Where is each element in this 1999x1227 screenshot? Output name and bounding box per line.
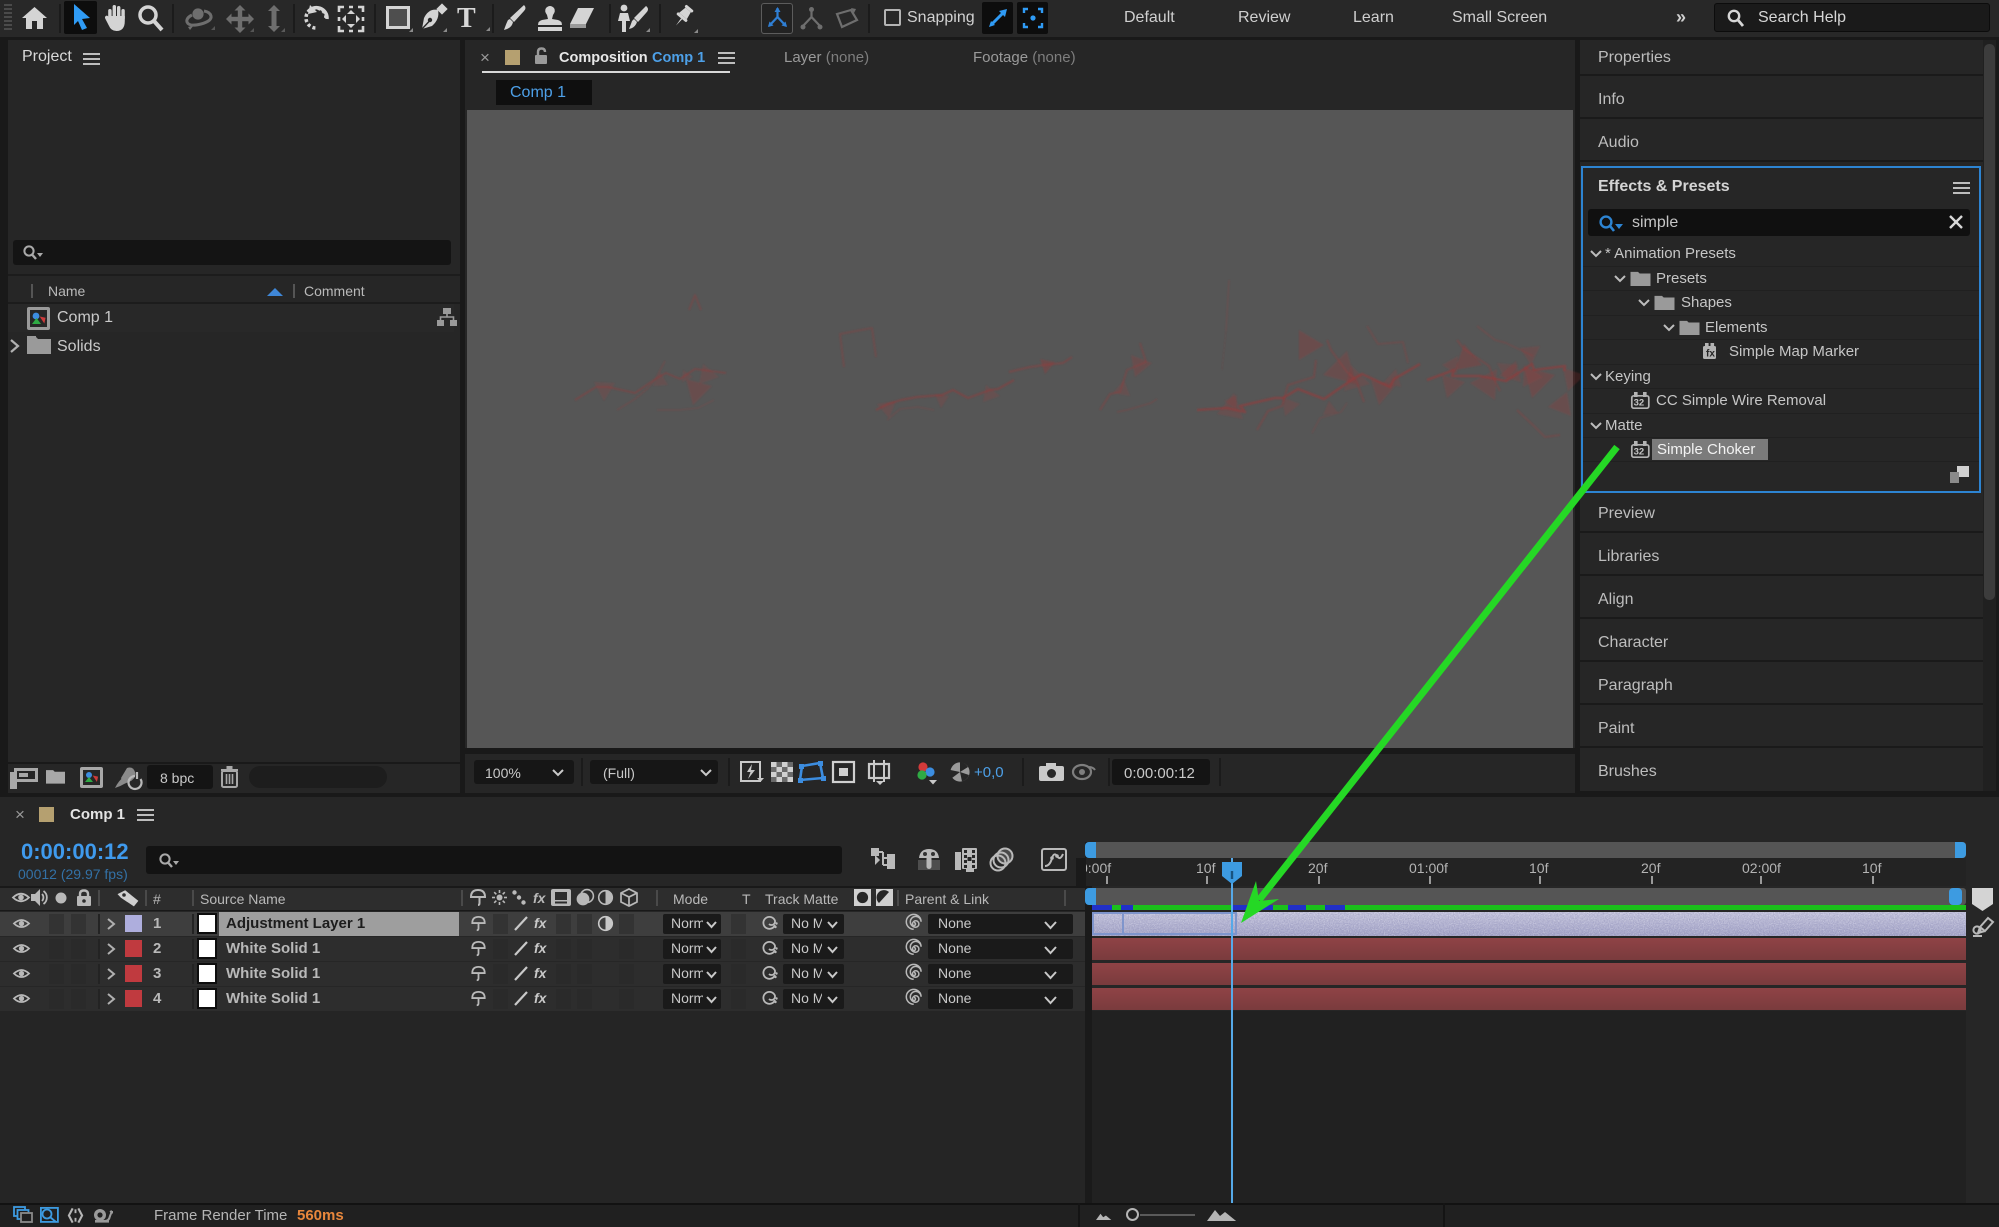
svg-text:fx: fx [1706, 349, 1715, 360]
svg-text:32: 32 [1634, 398, 1645, 409]
svg-text:32: 32 [1634, 447, 1645, 458]
